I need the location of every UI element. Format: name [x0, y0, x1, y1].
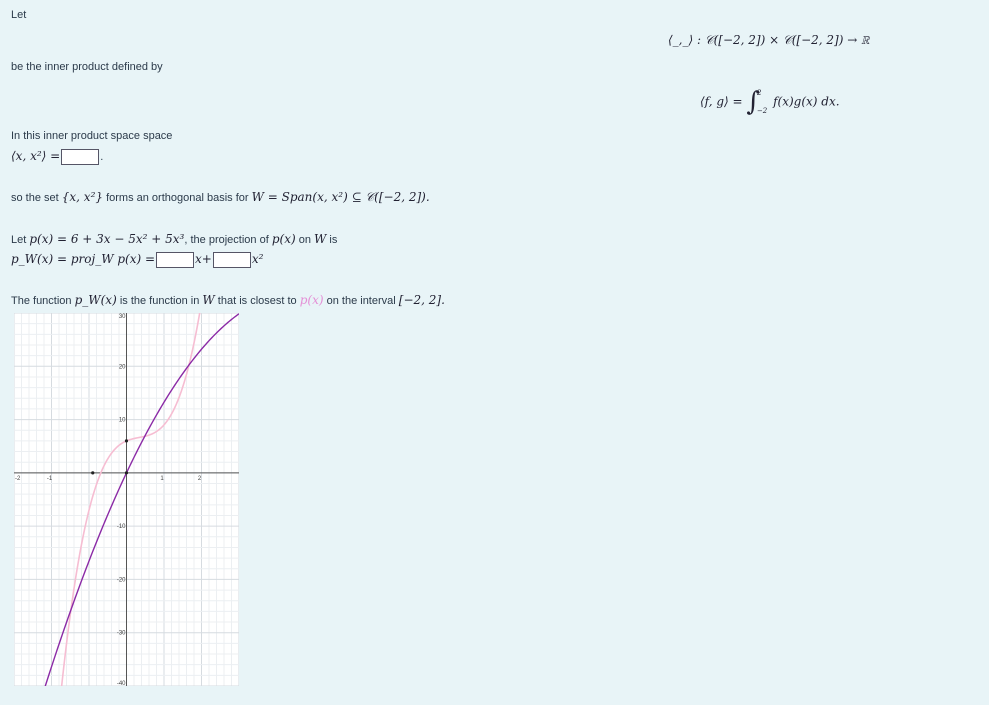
formula-lhs: ⟨f, g⟩ = [700, 94, 743, 109]
defined-by-text: be the inner product defined by [11, 61, 163, 73]
graph-point [91, 471, 95, 475]
q2-term2: x² [251, 252, 264, 266]
question-2: p_W(x) = proj_W p(x) = x+ x² [11, 252, 264, 269]
integral-lower: −2 [756, 107, 768, 115]
closest-mid2: that is closest to [217, 295, 297, 307]
y-tick-label: 20 [119, 364, 126, 370]
question-1: ⟨x, x²⟩ =. [11, 149, 104, 166]
q1-tail: . [100, 151, 104, 163]
closest-prefix: The function [11, 295, 72, 307]
x2-coefficient-input[interactable] [212, 252, 251, 269]
x-tick-label: -2 [15, 476, 21, 482]
proj-p-def: p(x) = 6 + 3x − 5x² + 5x³ [29, 232, 185, 246]
proj-middle: , the projection of [184, 234, 269, 246]
y-tick-label: 30 [119, 314, 126, 320]
q2-lhs: p_W(x) = proj_W p(x) = [11, 252, 156, 266]
closest-function-text: The function p_W(x) is the function in W… [11, 293, 445, 307]
formula-integrand: f(x)g(x) dx. [773, 94, 840, 109]
closest-pw: p_W(x) [74, 293, 117, 307]
orth-span: W = Span(x, x²) ⊆ 𝒞([−2, 2]). [251, 190, 430, 204]
closest-W: W [202, 293, 215, 307]
orth-middle: forms an orthogonal basis for [106, 192, 249, 204]
closest-interval: [−2, 2]. [398, 293, 445, 307]
space-text: In this inner product space space [11, 130, 173, 142]
proj-is: is [329, 234, 338, 246]
proj-p: p(x) [271, 232, 296, 246]
inner-product-answer-input[interactable] [61, 149, 100, 166]
intro-text: Let [11, 9, 27, 21]
y-tick-label: -20 [117, 577, 126, 583]
graph-point [124, 439, 129, 443]
proj-prefix: Let [11, 234, 27, 246]
q2-term1: x+ [195, 252, 212, 266]
x-coefficient-input[interactable] [156, 252, 195, 269]
orth-set: {x, x²} [61, 190, 104, 204]
y-tick-label: -10 [117, 524, 126, 530]
q1-lhs: ⟨x, x²⟩ = [11, 149, 61, 163]
inner-product-signature: ⟨_,_⟩ : 𝒞([−2, 2]) × 𝒞([−2, 2]) → ℝ [668, 33, 870, 47]
y-tick-label: -30 [117, 631, 126, 637]
orth-prefix: so the set [11, 192, 59, 204]
integral-limits: 2 −2 [757, 84, 767, 120]
proj-W: W [314, 232, 327, 246]
orthogonal-basis-text: so the set {x, x²} forms an orthogonal b… [11, 190, 430, 205]
closest-suffix: on the interval [326, 295, 396, 307]
y-tick-label: 10 [119, 418, 126, 424]
projection-text: Let p(x) = 6 + 3x − 5x² + 5x³, the proje… [11, 232, 337, 246]
proj-on: on [298, 234, 311, 246]
inner-product-formula: ⟨f, g⟩ = ∫2 −2 f(x)g(x) dx. [700, 84, 840, 120]
function-graph[interactable]: -2 -1 1 2302010-10-20-30-40 [14, 313, 239, 686]
closest-p: p(x) [299, 293, 324, 307]
y-tick-label: -40 [117, 681, 126, 686]
graph-point [124, 471, 129, 475]
integral-upper: 2 [756, 89, 762, 97]
x-tick-label: -1 [47, 476, 53, 482]
closest-middle: is the function in [119, 295, 200, 307]
